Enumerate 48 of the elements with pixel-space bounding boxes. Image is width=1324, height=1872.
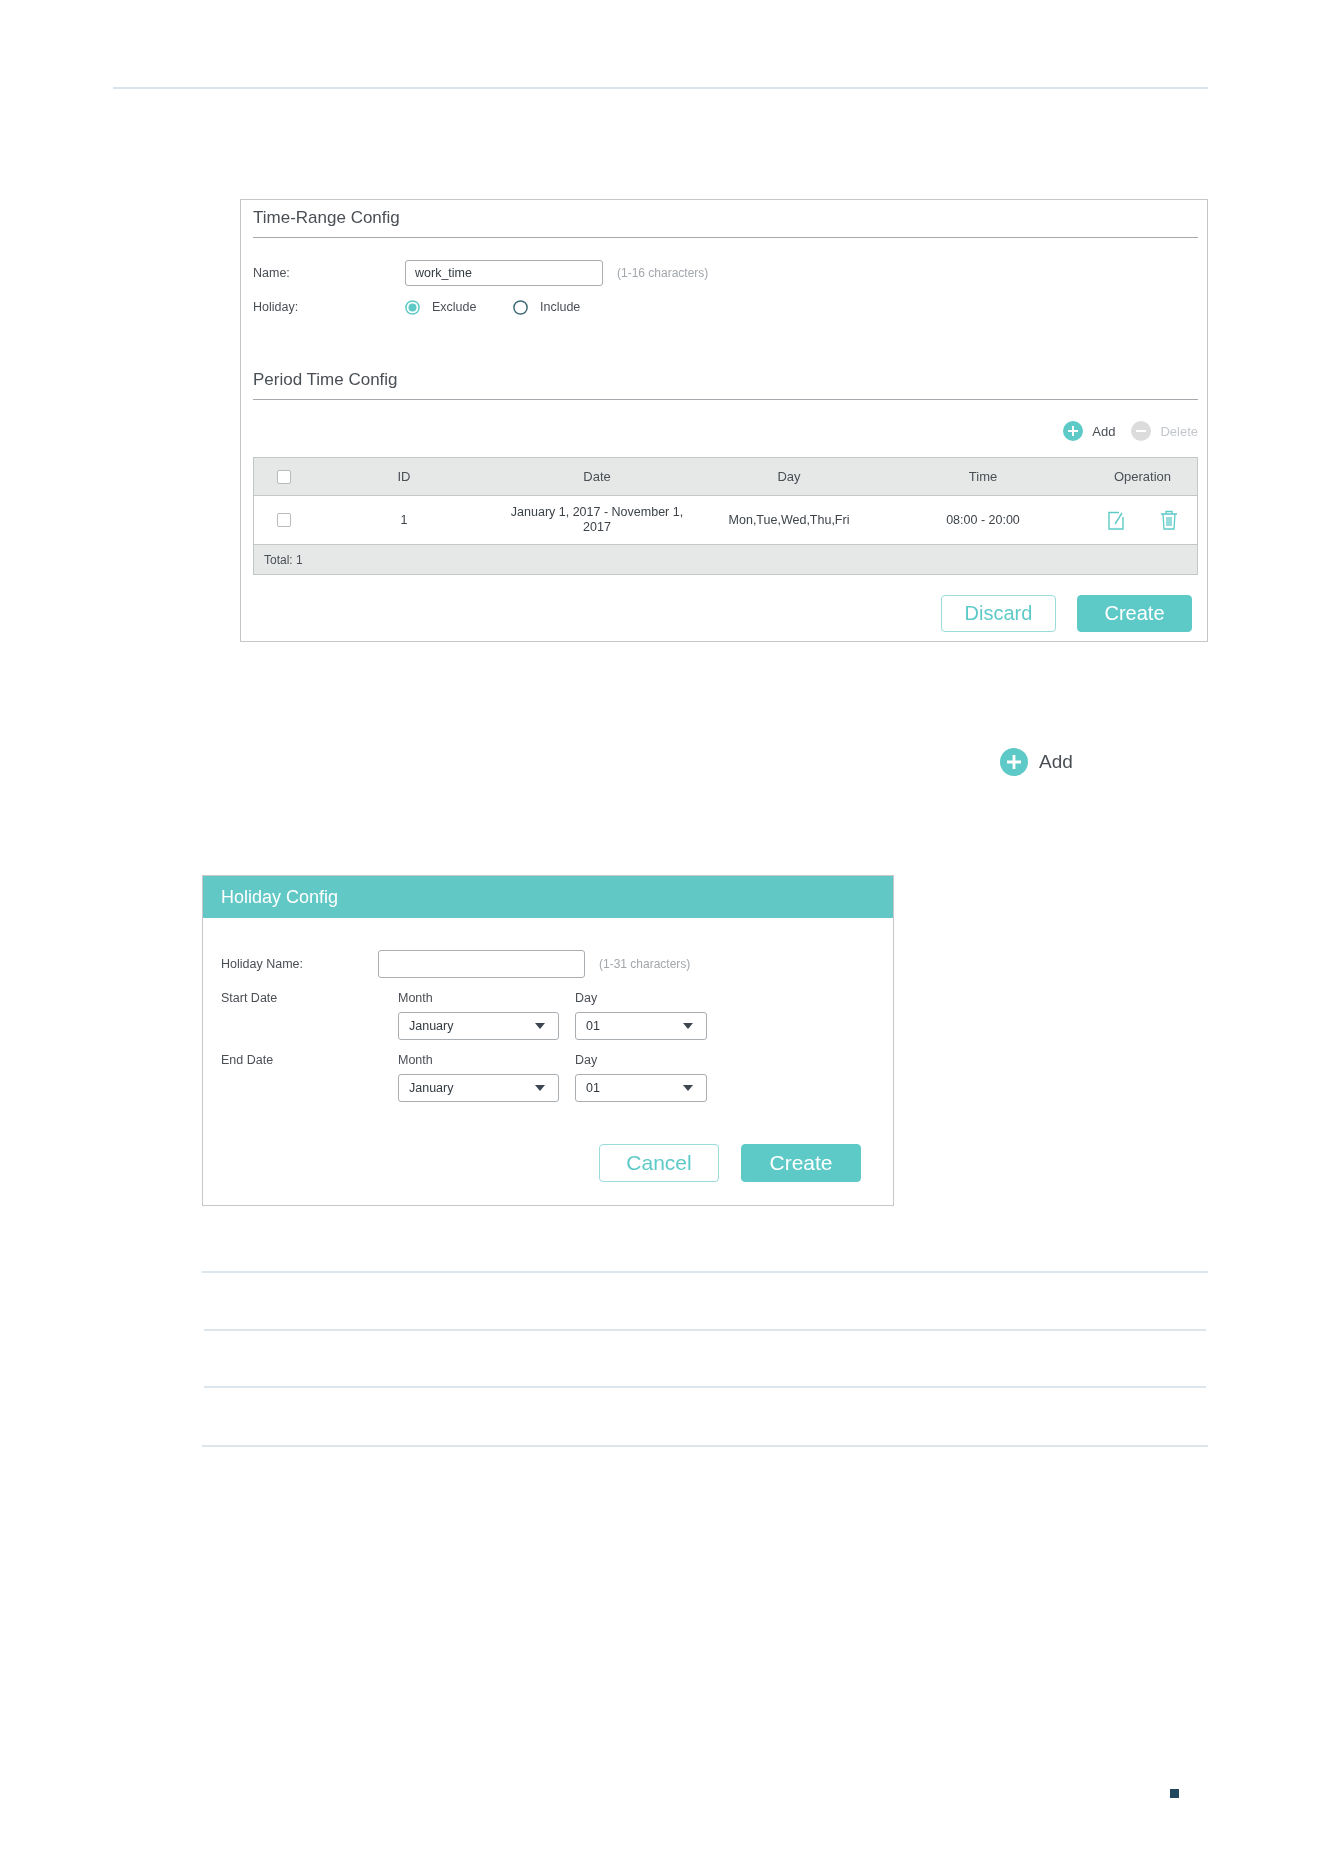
hint-text: (1-16 characters) xyxy=(617,266,709,280)
column-header: Date xyxy=(583,469,611,484)
checkbox[interactable] xyxy=(276,469,291,484)
field-label: Start Date xyxy=(221,991,278,1006)
radio-button[interactable] xyxy=(513,299,528,315)
caret-down-icon xyxy=(683,1085,693,1091)
field-label: Holiday: xyxy=(253,300,300,314)
table-cell: Mon,Tue,Wed,Thu,Fri xyxy=(728,512,850,528)
plus-circle-icon xyxy=(1000,748,1028,776)
table-cell-text: January 1, 2017 - November 1, 2017 xyxy=(509,505,685,535)
caret-down-icon xyxy=(683,1023,693,1029)
name-field[interactable]: work_time xyxy=(405,260,603,286)
column-header: Time xyxy=(968,469,998,484)
column-header: ID xyxy=(397,469,411,484)
table-cell: 1 xyxy=(400,512,408,528)
radio-button[interactable] xyxy=(405,299,420,315)
dialog-header: Holiday Config xyxy=(203,876,893,918)
hint-text: (1-31 characters) xyxy=(599,957,691,971)
holiday-name-field[interactable] xyxy=(378,950,585,978)
caret-down-icon xyxy=(535,1023,545,1029)
field-label: Holiday Name: xyxy=(221,957,304,971)
square-icon xyxy=(1170,1789,1179,1798)
section-title: Period Time Config xyxy=(253,370,398,390)
radio-label[interactable]: Include xyxy=(540,300,581,314)
column-header: Day xyxy=(777,469,801,484)
field-label: Day xyxy=(575,1053,598,1068)
column-header: Operation xyxy=(1113,469,1172,484)
table-cell: 08:00 - 20:00 xyxy=(946,512,1020,528)
dropdown-select[interactable]: January xyxy=(398,1012,559,1040)
trash-icon[interactable] xyxy=(1159,510,1178,530)
checkbox[interactable] xyxy=(276,513,291,527)
field-label: End Date xyxy=(221,1053,274,1068)
section-title: Time-Range Config xyxy=(253,208,400,228)
field-label: Day xyxy=(575,991,598,1006)
field-label: Name: xyxy=(253,266,291,280)
add-button[interactable]: Add xyxy=(1063,421,1116,441)
edit-icon[interactable] xyxy=(1107,510,1124,530)
dropdown-select[interactable]: 01 xyxy=(575,1074,707,1102)
table-footer: Total: 1 xyxy=(254,545,1197,574)
radio-label[interactable]: Exclude xyxy=(432,300,477,314)
plus-circle-icon xyxy=(1063,421,1084,441)
add-button[interactable]: Add xyxy=(1000,748,1073,776)
caret-down-icon xyxy=(535,1085,545,1091)
dropdown-select[interactable]: 01 xyxy=(575,1012,707,1040)
minus-circle-icon xyxy=(1131,421,1152,441)
field-label: Month xyxy=(398,1053,433,1068)
field-label: Month xyxy=(398,991,433,1006)
dropdown-select[interactable]: January xyxy=(398,1074,559,1102)
